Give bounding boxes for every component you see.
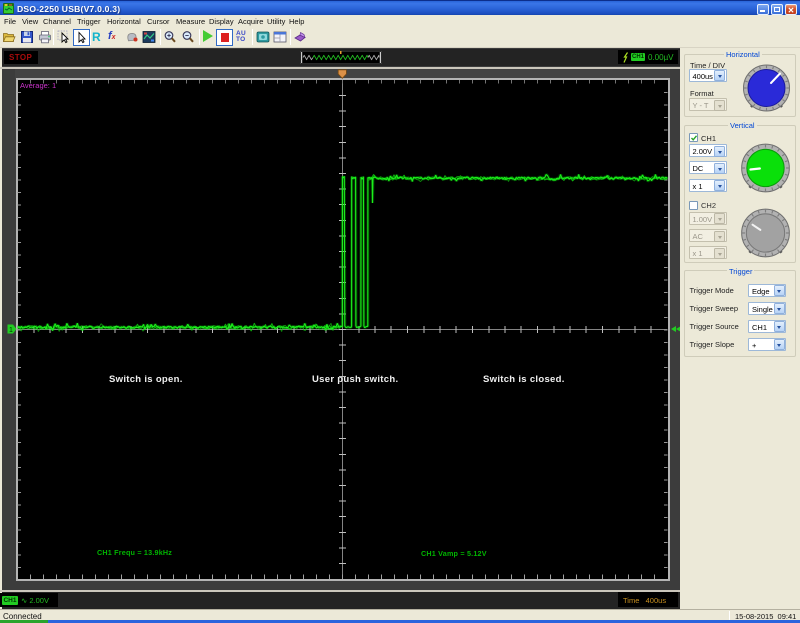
svg-text:1: 1 [9, 327, 13, 334]
